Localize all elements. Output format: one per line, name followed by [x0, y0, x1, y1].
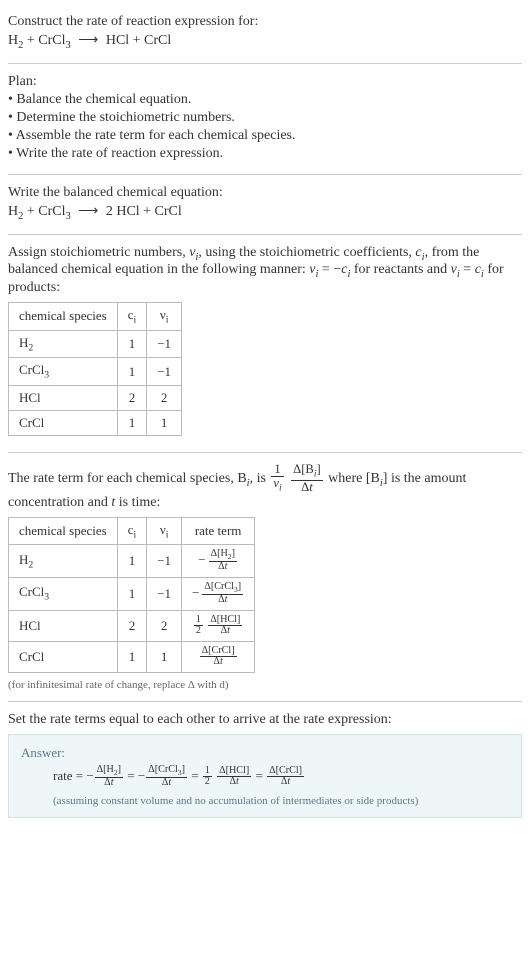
- cell-c: 2: [117, 385, 147, 410]
- balanced-equation: H2 + CrCl3 ⟶ 2 HCl + CrCl: [8, 203, 522, 222]
- cell-c: 1: [117, 577, 147, 610]
- divider: [8, 63, 522, 64]
- rateterm-intro: The rate term for each chemical species,…: [8, 463, 522, 511]
- stoich-section: Assign stoichiometric numbers, νi, using…: [8, 239, 522, 448]
- cell-v: −1: [147, 358, 182, 386]
- col-v: νi: [147, 303, 182, 331]
- table-row: CrCl11Δ[CrCl]Δt: [9, 641, 255, 672]
- final-heading: Set the rate terms equal to each other t…: [8, 712, 522, 728]
- stoich-intro: Assign stoichiometric numbers, νi, using…: [8, 245, 522, 297]
- table-header-row: chemical species ci νi rate term: [9, 517, 255, 545]
- cell-c: 1: [117, 545, 147, 578]
- divider: [8, 174, 522, 175]
- col-v: νi: [147, 517, 182, 545]
- balanced-heading: Write the balanced chemical equation:: [8, 185, 522, 201]
- cell-v: −1: [147, 577, 182, 610]
- cell-v: 2: [147, 610, 182, 641]
- cell-species: CrCl3: [9, 577, 118, 610]
- cell-species: H2: [9, 330, 118, 358]
- cell-species: H2: [9, 545, 118, 578]
- cell-species: CrCl3: [9, 358, 118, 386]
- plan-section: Plan: • Balance the chemical equation. • …: [8, 68, 522, 170]
- cell-species: HCl: [9, 385, 118, 410]
- cell-species: HCl: [9, 610, 118, 641]
- table-row: H21−1−Δ[H2]Δt: [9, 545, 255, 578]
- cell-species: CrCl: [9, 410, 118, 435]
- cell-v: −1: [147, 330, 182, 358]
- cell-v: 1: [147, 641, 182, 672]
- col-rate: rate term: [182, 517, 255, 545]
- plan-item: • Balance the chemical equation.: [8, 92, 522, 108]
- final-section: Set the rate terms equal to each other t…: [8, 706, 522, 824]
- col-c: ci: [117, 517, 147, 545]
- plan-item: • Write the rate of reaction expression.: [8, 146, 522, 162]
- cell-rate: Δ[CrCl]Δt: [182, 641, 255, 672]
- table-row: H21−1: [9, 330, 182, 358]
- cell-rate: 12 Δ[HCl]Δt: [182, 610, 255, 641]
- plan-heading: Plan:: [8, 74, 522, 90]
- table-header-row: chemical species ci νi: [9, 303, 182, 331]
- cell-c: 2: [117, 610, 147, 641]
- plan-item: • Determine the stoichiometric numbers.: [8, 110, 522, 126]
- col-species: chemical species: [9, 517, 118, 545]
- rateterm-note: (for infinitesimal rate of change, repla…: [8, 679, 522, 691]
- cell-rate: −Δ[CrCl3]Δt: [182, 577, 255, 610]
- answer-box: Answer: rate = −Δ[H2]Δt = −Δ[CrCl3]Δt = …: [8, 734, 522, 818]
- cell-v: −1: [147, 545, 182, 578]
- table-row: CrCl11: [9, 410, 182, 435]
- prompt-title: Construct the rate of reaction expressio…: [8, 14, 522, 30]
- rate-expression: rate = −Δ[H2]Δt = −Δ[CrCl3]Δt = 12 Δ[HCl…: [21, 765, 509, 789]
- prompt-section: Construct the rate of reaction expressio…: [8, 8, 522, 59]
- rateterm-table: chemical species ci νi rate term H21−1−Δ…: [8, 517, 255, 673]
- cell-c: 1: [117, 330, 147, 358]
- cell-rate: −Δ[H2]Δt: [182, 545, 255, 578]
- rateterm-intro-pre: The rate term for each chemical species,…: [8, 471, 247, 486]
- cell-species: CrCl: [9, 641, 118, 672]
- prompt-equation: H2 + CrCl3 ⟶ HCl + CrCl: [8, 32, 522, 51]
- balanced-section: Write the balanced chemical equation: H2…: [8, 179, 522, 230]
- rateterm-section: The rate term for each chemical species,…: [8, 457, 522, 697]
- cell-c: 1: [117, 358, 147, 386]
- cell-v: 2: [147, 385, 182, 410]
- col-c: ci: [117, 303, 147, 331]
- divider: [8, 452, 522, 453]
- table-row: CrCl31−1−Δ[CrCl3]Δt: [9, 577, 255, 610]
- cell-c: 1: [117, 641, 147, 672]
- divider: [8, 701, 522, 702]
- answer-note: (assuming constant volume and no accumul…: [21, 795, 509, 807]
- plan-item: • Assemble the rate term for each chemic…: [8, 128, 522, 144]
- answer-label: Answer:: [21, 745, 509, 761]
- table-row: HCl22: [9, 385, 182, 410]
- table-row: CrCl31−1: [9, 358, 182, 386]
- cell-v: 1: [147, 410, 182, 435]
- table-row: HCl2212 Δ[HCl]Δt: [9, 610, 255, 641]
- cell-c: 1: [117, 410, 147, 435]
- stoich-table: chemical species ci νi H21−1CrCl31−1HCl2…: [8, 302, 182, 436]
- col-species: chemical species: [9, 303, 118, 331]
- divider: [8, 234, 522, 235]
